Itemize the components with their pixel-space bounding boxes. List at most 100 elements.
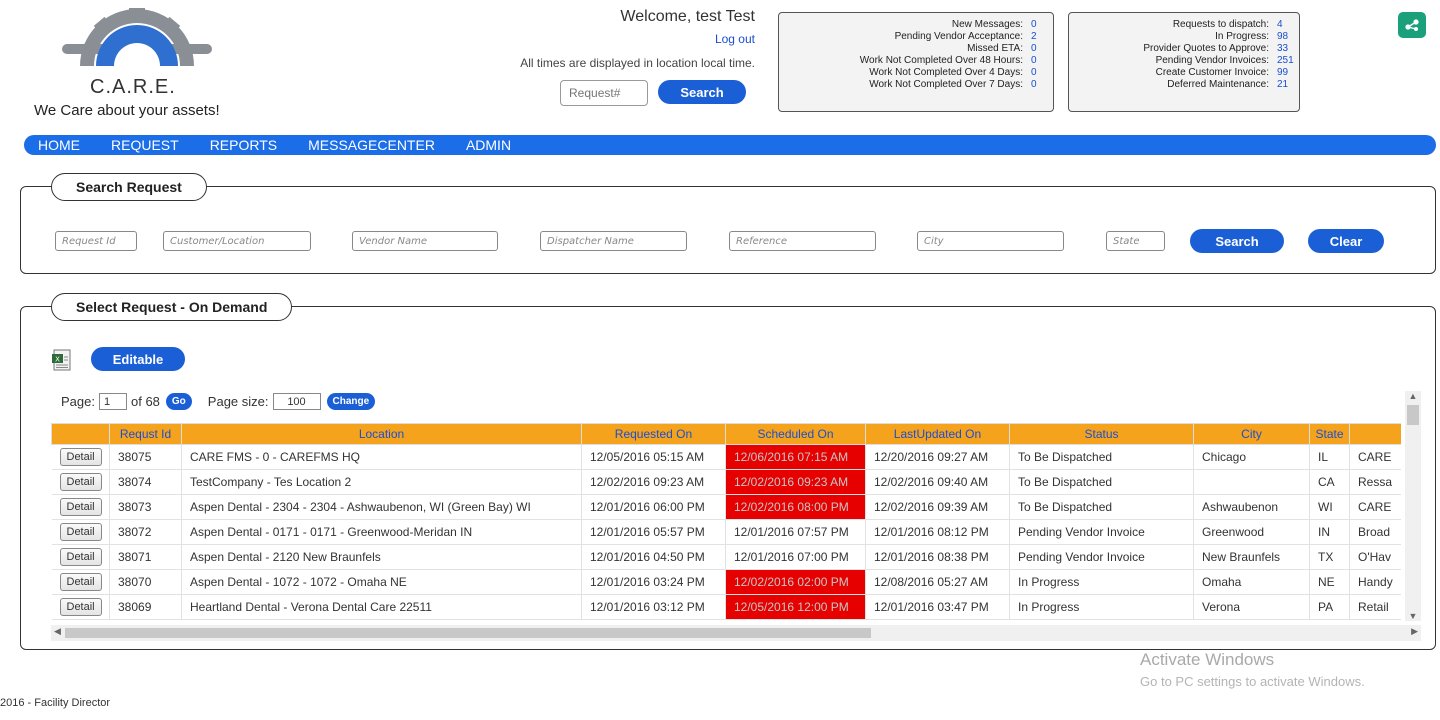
column-header[interactable]: Location bbox=[181, 423, 582, 445]
vendor-name-filter[interactable] bbox=[352, 231, 498, 251]
vendor-cell: Ressa bbox=[1349, 469, 1401, 495]
clear-button[interactable]: Clear bbox=[1308, 229, 1384, 253]
column-header[interactable]: Status bbox=[1009, 423, 1194, 445]
nav-messagecenter[interactable]: MESSAGECENTER bbox=[308, 137, 435, 153]
nav-request[interactable]: REQUEST bbox=[111, 137, 179, 153]
state-cell: CA bbox=[1309, 469, 1350, 495]
vendor-cell: Broad bbox=[1349, 519, 1401, 545]
column-header[interactable] bbox=[1349, 423, 1401, 445]
column-header[interactable]: LastUpdated On bbox=[865, 423, 1010, 445]
stat-row[interactable]: Work Not Completed Over 48 Hours: 0 bbox=[787, 55, 1045, 67]
stat-row[interactable]: New Messages: 0 bbox=[787, 19, 1045, 31]
detail-button[interactable]: Detail bbox=[59, 473, 102, 491]
request-id-cell: 38074 bbox=[109, 469, 182, 495]
stat-row[interactable]: Create Customer Invoice: 99 bbox=[1077, 67, 1291, 79]
detail-button[interactable]: Detail bbox=[59, 498, 102, 516]
city-cell: Chicago bbox=[1193, 444, 1310, 470]
table-row[interactable]: Detail 38070 Aspen Dental - 1072 - 1072 - … bbox=[51, 569, 1401, 595]
column-header[interactable]: State bbox=[1309, 423, 1350, 445]
requests-table: Requst Id Location Requested On Schedule… bbox=[51, 423, 1401, 620]
state-filter[interactable] bbox=[1106, 231, 1165, 251]
request-number-input[interactable] bbox=[560, 80, 648, 106]
timezone-note: All times are displayed in location loca… bbox=[520, 56, 755, 70]
table-row[interactable]: Detail 38073 Aspen Dental - 2304 - 2304 - … bbox=[51, 494, 1401, 520]
stat-row[interactable]: Pending Vendor Invoices: 251 bbox=[1077, 55, 1294, 67]
location-cell: Aspen Dental - 0171 - 0171 - Greenwood-M… bbox=[181, 519, 582, 545]
nav-home[interactable]: HOME bbox=[38, 137, 80, 153]
detail-cell: Detail bbox=[51, 519, 110, 545]
scroll-thumb[interactable] bbox=[65, 628, 871, 638]
state-cell: WI bbox=[1309, 494, 1350, 520]
top-search-button[interactable]: Search bbox=[658, 80, 746, 104]
request-id-cell: 38069 bbox=[109, 594, 182, 620]
stat-row[interactable]: Requests to dispatch: 4 bbox=[1077, 19, 1291, 31]
search-button[interactable]: Search bbox=[1190, 229, 1284, 253]
stat-row[interactable]: Provider Quotes to Approve: 33 bbox=[1077, 43, 1291, 55]
city-cell bbox=[1193, 469, 1310, 495]
stat-row[interactable]: In Progress: 98 bbox=[1077, 31, 1291, 43]
column-header[interactable]: Scheduled On bbox=[725, 423, 866, 445]
go-button[interactable]: Go bbox=[165, 393, 192, 410]
status-cell: To Be Dispatched bbox=[1009, 494, 1194, 520]
footer-text: 2016 - Facility Director bbox=[0, 697, 111, 709]
page-number-input[interactable] bbox=[98, 393, 127, 410]
city-filter[interactable] bbox=[917, 231, 1064, 251]
status-cell: In Progress bbox=[1009, 594, 1194, 620]
alerts-summary-box: New Messages: 0 Pending Vendor Acceptance… bbox=[778, 12, 1054, 112]
table-header-row: Requst Id Location Requested On Schedule… bbox=[51, 423, 1401, 445]
detail-button[interactable]: Detail bbox=[59, 448, 102, 466]
customer-location-filter[interactable] bbox=[163, 231, 311, 251]
state-cell: TX bbox=[1309, 544, 1350, 570]
table-row[interactable]: Detail 38075 CARE FMS - 0 - CAREFMS HQ 12/0… bbox=[51, 444, 1401, 470]
horizontal-scrollbar[interactable]: ◀ ▶ bbox=[51, 625, 1421, 641]
column-header[interactable]: Requst Id bbox=[109, 423, 182, 445]
panel-title: Select Request - On Demand bbox=[51, 293, 293, 321]
location-cell: Heartland Dental - Verona Dental Care 22… bbox=[181, 594, 582, 620]
request-id-cell: 38075 bbox=[109, 444, 182, 470]
detail-button[interactable]: Detail bbox=[59, 523, 102, 541]
detail-button[interactable]: Detail bbox=[59, 548, 102, 566]
logout-link[interactable]: Log out bbox=[715, 32, 755, 46]
request-id-cell: 38073 bbox=[109, 494, 182, 520]
share-button[interactable] bbox=[1398, 12, 1426, 38]
nav-admin[interactable]: ADMIN bbox=[466, 137, 511, 153]
editable-button[interactable]: Editable bbox=[91, 347, 185, 371]
scroll-down-icon[interactable]: ▼ bbox=[1405, 611, 1421, 621]
table-row[interactable]: Detail 38072 Aspen Dental - 0171 - 0171 - … bbox=[51, 519, 1401, 545]
vertical-scrollbar[interactable]: ▲ ▼ bbox=[1405, 391, 1421, 621]
scroll-up-icon[interactable]: ▲ bbox=[1405, 391, 1421, 401]
stat-row[interactable]: Work Not Completed Over 4 Days: 0 bbox=[787, 67, 1045, 79]
dispatcher-name-filter[interactable] bbox=[540, 231, 687, 251]
scroll-thumb[interactable] bbox=[1407, 405, 1419, 425]
state-cell: IN bbox=[1309, 519, 1350, 545]
column-header[interactable]: City bbox=[1193, 423, 1310, 445]
vendor-cell: Handy bbox=[1349, 569, 1401, 595]
scheduled-on-cell: 12/06/2016 07:15 AM bbox=[725, 444, 866, 470]
detail-button[interactable]: Detail bbox=[59, 573, 102, 591]
last-updated-cell: 12/08/2016 05:27 AM bbox=[865, 569, 1010, 595]
table-row[interactable]: Detail 38071 Aspen Dental - 2120 New Braun… bbox=[51, 544, 1401, 570]
table-row[interactable]: Detail 38069 Heartland Dental - Verona Den… bbox=[51, 594, 1401, 620]
detail-cell: Detail bbox=[51, 444, 110, 470]
state-cell: IL bbox=[1309, 444, 1350, 470]
scroll-left-icon[interactable]: ◀ bbox=[54, 626, 61, 637]
city-cell: Omaha bbox=[1193, 569, 1310, 595]
request-id-filter[interactable] bbox=[55, 231, 137, 251]
scroll-right-icon[interactable]: ▶ bbox=[1411, 626, 1418, 637]
location-cell: CARE FMS - 0 - CAREFMS HQ bbox=[181, 444, 582, 470]
stat-row[interactable]: Work Not Completed Over 7 Days: 0 bbox=[787, 79, 1045, 91]
detail-button[interactable]: Detail bbox=[59, 598, 102, 616]
stat-row[interactable]: Pending Vendor Acceptance: 2 bbox=[787, 31, 1045, 43]
column-header[interactable]: Requested On bbox=[581, 423, 726, 445]
status-cell: In Progress bbox=[1009, 569, 1194, 595]
state-cell: NE bbox=[1309, 569, 1350, 595]
reference-filter[interactable] bbox=[729, 231, 876, 251]
welcome-text: Welcome, test Test bbox=[620, 8, 755, 25]
table-row[interactable]: Detail 38074 TestCompany - Tes Location 21… bbox=[51, 469, 1401, 495]
stat-row[interactable]: Missed ETA: 0 bbox=[787, 43, 1045, 55]
excel-export-icon[interactable]: X bbox=[51, 349, 73, 371]
change-button[interactable]: Change bbox=[326, 393, 376, 410]
page-size-input[interactable] bbox=[272, 393, 321, 410]
nav-reports[interactable]: REPORTS bbox=[210, 137, 277, 153]
stat-row[interactable]: Deferred Maintenance: 21 bbox=[1077, 79, 1291, 91]
